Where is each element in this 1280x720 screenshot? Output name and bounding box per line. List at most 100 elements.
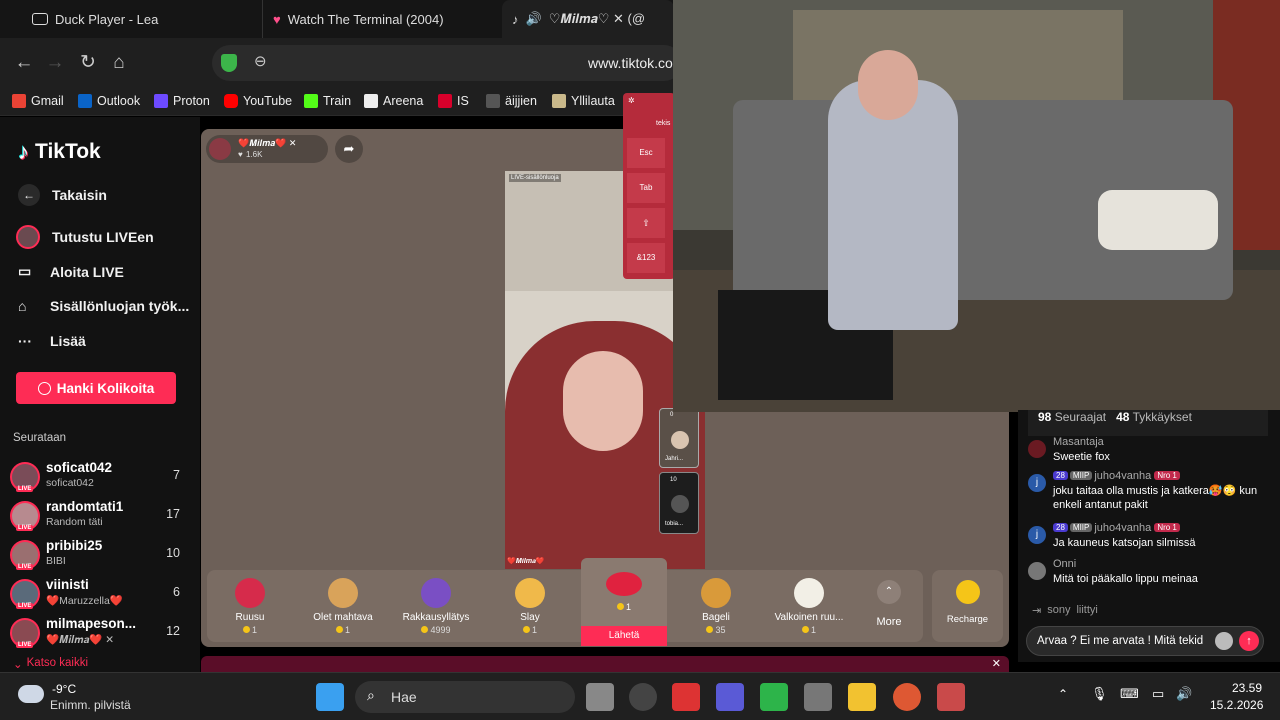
share-button[interactable]: ➦ <box>335 135 363 163</box>
following-item[interactable]: LIVE randomtati1 Random täti 17 <box>10 499 190 535</box>
streamer-face <box>563 351 643 451</box>
bookmark-outlook[interactable]: Outlook <box>78 94 140 108</box>
gift-bageli[interactable]: Bageli 35 <box>666 578 766 635</box>
chat-message: j 28 MIIP juho4vanha Nro 1 Ja kauneus kats… <box>1028 522 1273 554</box>
task-view-icon[interactable] <box>586 683 614 711</box>
avatar <box>1028 562 1046 580</box>
gift-bar: Ruusu 1 Olet mahtava 1 Rakkausyllätys 4999 … <box>207 558 923 646</box>
bookmark-areena[interactable]: Areena <box>364 94 423 108</box>
gift-rose[interactable]: Ruusu 1 <box>200 578 300 635</box>
recharge-button[interactable]: Recharge <box>932 570 1003 642</box>
youtube-icon <box>224 94 238 108</box>
gift-white-rose[interactable]: Valkoinen ruu... 1 <box>759 578 859 635</box>
following-item[interactable]: LIVE viinisti ❤️Maruzzella❤️ 6 <box>10 577 190 613</box>
avatar <box>671 431 689 449</box>
chat-input[interactable]: Arvaa ? Ei me arvata ! Mitä tekid ↑ <box>1026 626 1264 656</box>
app-icon[interactable] <box>937 683 965 711</box>
following-item[interactable]: LIVE milmapeson... ❤️𝑴𝒊𝒍𝒎𝒂❤️ ✕ 12 <box>10 616 190 652</box>
guest-count: 10 <box>670 477 677 483</box>
taskbar-search[interactable]: ⌕ Hae <box>355 681 575 713</box>
coin-icon <box>37 381 51 395</box>
gift-olet-mahtava[interactable]: Olet mahtava 1 <box>293 578 393 635</box>
send-arrow-icon[interactable]: ↑ <box>1239 631 1259 651</box>
home-icon[interactable]: ⌂ <box>106 50 132 76</box>
bookmark-train[interactable]: Train <box>304 94 351 108</box>
windows-start-icon[interactable] <box>316 683 344 711</box>
avatar <box>1028 440 1046 458</box>
tab-duck-player[interactable]: Duck Player - Lea <box>22 0 262 38</box>
url-field[interactable]: ⊖ www.tiktok.co <box>212 45 682 81</box>
app-icon[interactable] <box>716 683 744 711</box>
guest-tile[interactable]: 10 tobia... <box>659 472 699 534</box>
bookmark-is[interactable]: IS <box>438 94 469 108</box>
play-icon <box>32 13 48 25</box>
chevron-up-icon[interactable]: ⌃ <box>1058 687 1068 701</box>
chart-app-icon[interactable] <box>760 683 788 711</box>
settings-icon[interactable]: ✲ <box>628 96 635 105</box>
tiktok-icon: ♪ <box>18 139 29 164</box>
back-arrow-icon[interactable]: ← <box>11 50 37 76</box>
close-icon[interactable]: ✕ <box>992 657 1001 670</box>
aijjien-icon <box>486 94 500 108</box>
webcam-overlay <box>673 0 1280 412</box>
obs-icon[interactable] <box>629 683 657 711</box>
app-icon[interactable] <box>672 683 700 711</box>
key-tab[interactable]: Tab <box>627 173 665 203</box>
network-icon[interactable]: ▭ <box>1152 686 1164 702</box>
train-icon <box>304 94 318 108</box>
webcam-head <box>858 50 918 120</box>
tab-title: Watch The Terminal (2004) <box>287 11 444 27</box>
coin-icon <box>706 626 714 633</box>
join-notice: ⇥ sony liittyi <box>1032 604 1098 617</box>
guest-tile[interactable]: 0 Jahri... <box>659 408 699 468</box>
following-item[interactable]: LIVE pribibi25 BIBI 10 <box>10 538 190 574</box>
more-gifts-button[interactable]: ⌃ More <box>867 580 911 628</box>
get-coins-button[interactable]: Hanki Kolikoita <box>16 372 176 404</box>
send-button[interactable]: Lähetä <box>581 626 667 646</box>
bookmark-gmail[interactable]: Gmail <box>12 94 64 108</box>
keyboard-icon[interactable]: ⌨ <box>1120 686 1139 702</box>
bookmark-proton[interactable]: Proton <box>154 94 210 108</box>
tab-tiktok[interactable]: ♪ 🔊 ♡𝑴𝒊𝒍𝒎𝒂♡ ✕ (@ <box>502 0 674 38</box>
tab-watch-terminal[interactable]: ♥ Watch The Terminal (2004) <box>262 0 502 38</box>
gift-slay[interactable]: Slay 1 <box>480 578 580 635</box>
following-item[interactable]: LIVE soficat042 soficat042 7 <box>10 460 190 496</box>
reload-icon[interactable]: ↻ <box>75 50 101 76</box>
back-button[interactable]: ← Takaisin <box>18 184 107 206</box>
see-all-link[interactable]: ⌄ Katso kaikki <box>13 657 88 671</box>
speaker-icon[interactable]: 🔊 <box>1176 686 1192 702</box>
bookmark-youtube[interactable]: YouTube <box>224 94 292 108</box>
bookmark-aijjien[interactable]: äijjien <box>486 94 537 108</box>
forward-arrow-icon[interactable]: → <box>42 50 68 76</box>
windows-taskbar: -9°C Enimm. pilvistä ⌕ Hae ⌃ 🎙 ⌨ ▭ 🔊 23.… <box>0 672 1280 720</box>
cat-icon <box>328 578 358 608</box>
video-camera-icon: ▭ <box>18 263 32 279</box>
nav-go-live[interactable]: ▭ Aloita LIVE <box>18 263 124 280</box>
folder-icon[interactable] <box>848 683 876 711</box>
key-shift[interactable]: ⇧ <box>627 208 665 238</box>
calculator-icon[interactable] <box>804 683 832 711</box>
live-chat-panel: 98 Seuraajat 48 Tykkäykset Masantaja Swe… <box>1018 410 1280 662</box>
avatar <box>209 138 231 160</box>
gift-rakkausyllatys[interactable]: Rakkausyllätys 4999 <box>386 578 486 635</box>
gift-featured-lips[interactable]: 1 Lähetä <box>581 558 667 646</box>
duckduckgo-icon[interactable] <box>893 683 921 711</box>
tab-title: ♡𝑴𝒊𝒍𝒎𝒂♡ ✕ (@ <box>548 11 646 26</box>
host-info-chip[interactable]: ❤️𝑴𝒊𝒍𝒎𝒂❤️ ✕ ♥ 1.6K <box>206 135 328 163</box>
emoji-icon[interactable] <box>1215 632 1233 650</box>
bookmark-yllilauta[interactable]: Yllilauta <box>552 94 615 108</box>
avatar: j <box>1028 474 1046 492</box>
lips-icon <box>606 572 642 596</box>
key-esc[interactable]: Esc <box>627 138 665 168</box>
zoom-icon[interactable]: ⊖ <box>254 52 267 70</box>
nav-explore-live[interactable]: Tutustu LIVEen <box>16 225 154 249</box>
live-badge: LIVE <box>16 564 34 570</box>
search-icon: ⌕ <box>367 687 375 703</box>
guest-count: 0 <box>670 412 674 418</box>
key-symbols[interactable]: &123 <box>627 243 665 273</box>
avatar: j <box>1028 526 1046 544</box>
microphone-icon[interactable]: 🎙 <box>1091 686 1108 702</box>
tiktok-logo[interactable]: ♪ TikTok <box>18 139 101 165</box>
nav-more[interactable]: ··· Lisää <box>18 333 86 349</box>
nav-creator-tools[interactable]: ⌂ Sisällönluojan työk... <box>18 298 189 314</box>
